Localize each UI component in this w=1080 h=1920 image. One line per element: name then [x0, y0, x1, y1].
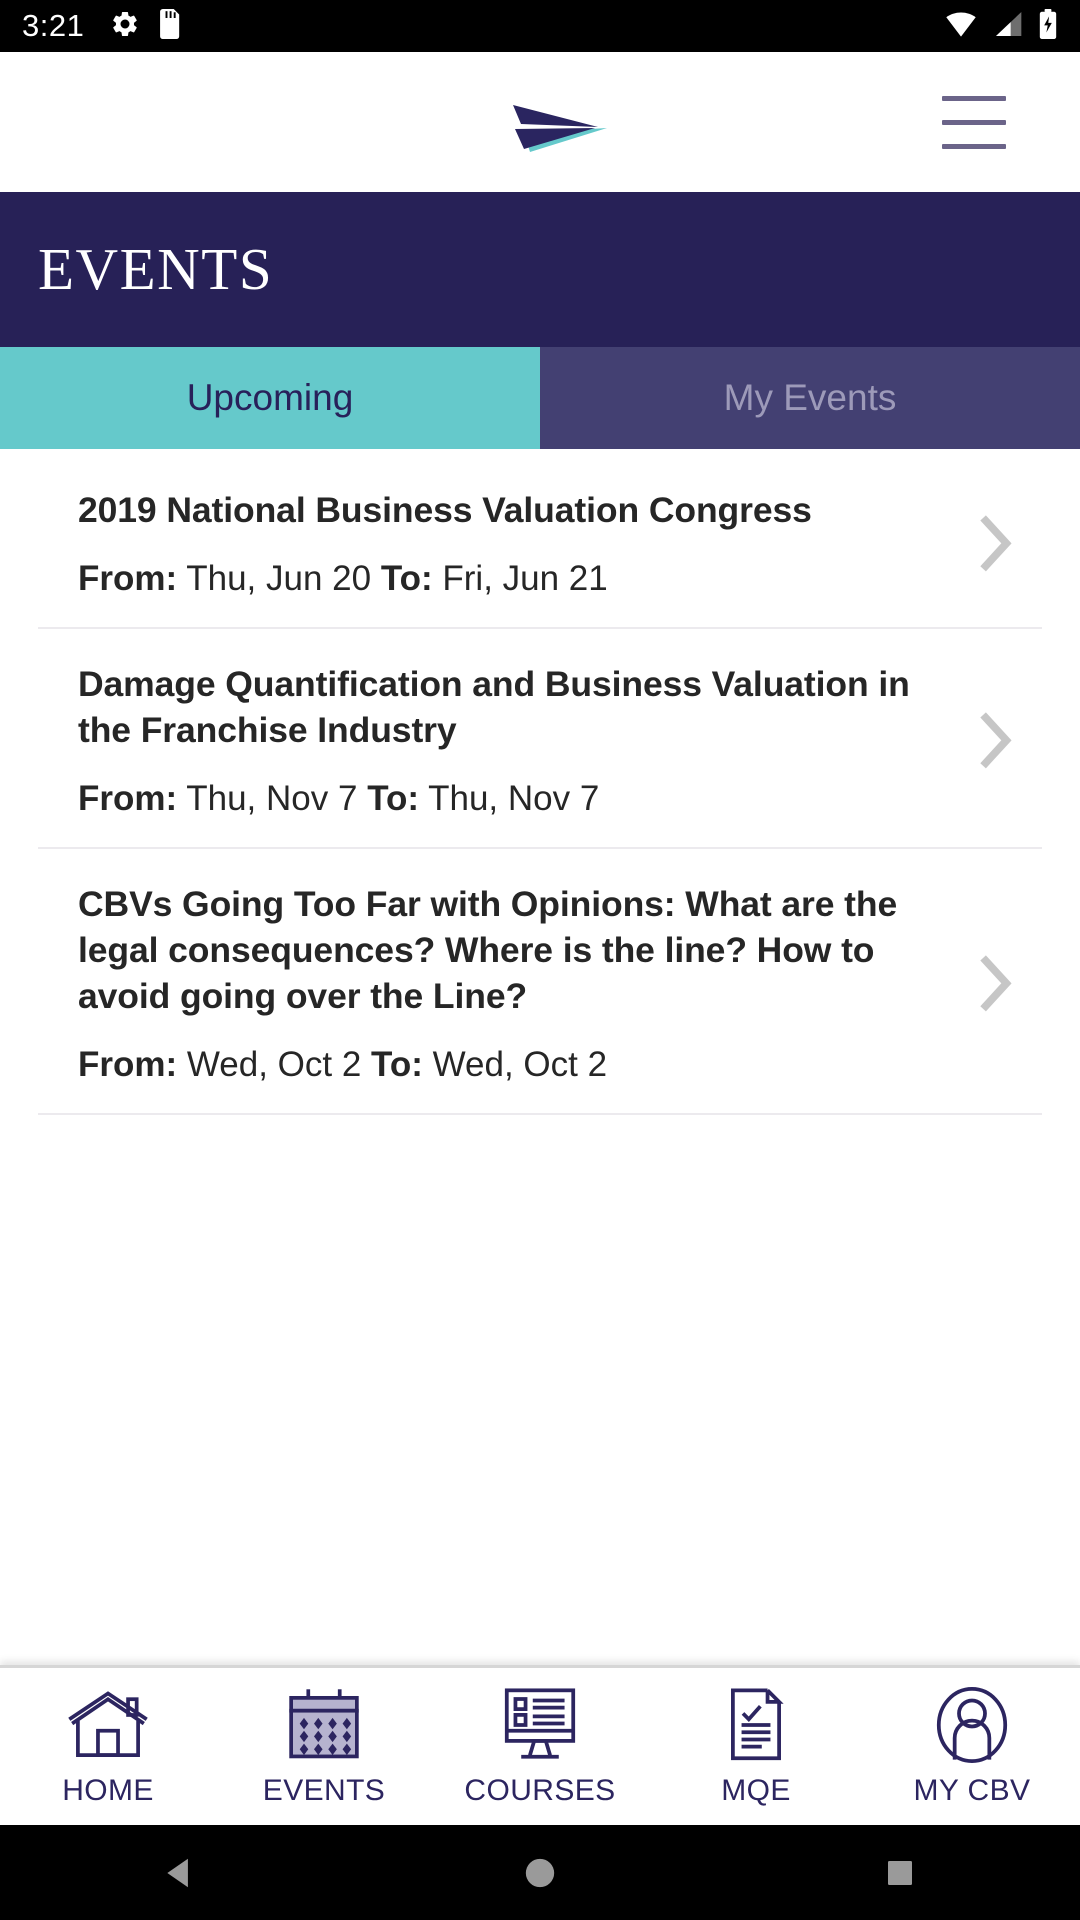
cell-signal-icon [992, 10, 1024, 43]
event-from-label: From: [78, 779, 178, 819]
event-from-value: Thu, Nov 7 [186, 779, 358, 819]
person-circle-icon [932, 1686, 1012, 1764]
nav-item-events[interactable]: EVENTS [221, 1686, 427, 1808]
cbv-paper-plane-logo [455, 86, 625, 158]
event-dates: From: Thu, Nov 7 To: Thu, Nov 7 [78, 777, 922, 821]
page-header: EVENTS [0, 192, 1080, 347]
house-icon [65, 1686, 151, 1764]
event-list-item[interactable]: 2019 National Business Valuation Congres… [38, 455, 1042, 629]
nav-label-mqe: MQE [721, 1773, 791, 1807]
event-dates: From: Thu, Jun 20 To: Fri, Jun 21 [78, 557, 922, 601]
event-title: CBVs Going Too Far with Opinions: What a… [78, 883, 898, 1017]
event-list-item[interactable]: CBVs Going Too Far with Opinions: What a… [38, 849, 1042, 1116]
back-triangle-icon [167, 1858, 188, 1887]
event-to-label: To: [367, 779, 420, 819]
event-list-item[interactable]: Damage Quantification and Business Valua… [38, 629, 1042, 849]
calendar-icon [284, 1686, 364, 1764]
monitor-list-icon [498, 1686, 582, 1764]
event-from-value: Wed, Oct 2 [186, 1045, 362, 1085]
wifi-icon [944, 10, 978, 43]
android-back-button[interactable] [2, 1854, 358, 1892]
home-circle-icon [525, 1858, 555, 1887]
status-left-icons [110, 8, 182, 44]
nav-item-mqe[interactable]: MQE [653, 1686, 859, 1808]
event-to-label: To: [371, 1045, 423, 1085]
menu-line-1 [942, 95, 1006, 101]
status-bar: 3:21 [0, 0, 1080, 52]
event-from-value: Thu, Jun 20 [186, 559, 372, 599]
nav-label-events: EVENTS [262, 1773, 386, 1807]
chevron-right-icon[interactable] [980, 515, 1014, 572]
nav-label-courses: COURSES [464, 1773, 616, 1807]
event-title: 2019 National Business Valuation Congres… [78, 490, 812, 530]
event-to-value: Thu, Nov 7 [428, 779, 600, 819]
recents-square-icon [887, 1860, 912, 1885]
tab-my-events[interactable]: My Events [540, 347, 1080, 449]
nav-item-my-cbv[interactable]: MY CBV [869, 1686, 1075, 1808]
event-to-value: Fri, Jun 21 [442, 559, 608, 599]
document-check-icon [721, 1686, 791, 1764]
chevron-right-icon[interactable] [980, 712, 1014, 769]
tab-upcoming-label: Upcoming [186, 377, 354, 418]
android-system-nav [0, 1825, 1080, 1920]
event-to-label: To: [380, 559, 433, 599]
event-content: CBVs Going Too Far with Opinions: What a… [78, 881, 922, 1087]
event-to-value: Wed, Oct 2 [432, 1045, 608, 1085]
nav-item-home[interactable]: HOME [5, 1686, 211, 1808]
event-title: Damage Quantification and Business Valua… [78, 663, 910, 751]
bottom-navigation: HOME EVENTS COURSES MQE MY CBV [0, 1665, 1080, 1825]
events-list[interactable]: 2019 National Business Valuation Congres… [0, 449, 1080, 1665]
chevron-right-icon[interactable] [980, 955, 1014, 1012]
status-time: 3:21 [22, 8, 85, 43]
tab-upcoming[interactable]: Upcoming [0, 347, 540, 449]
app-root: 3:21 EVENTS Upcoming My Events 2019 Nati… [0, 0, 1080, 1920]
nav-label-my-cbv: MY CBV [913, 1773, 1031, 1807]
nav-label-home: HOME [62, 1773, 154, 1807]
event-content: Damage Quantification and Business Valua… [78, 661, 922, 821]
menu-line-2 [942, 119, 1006, 125]
hamburger-menu-button[interactable] [942, 94, 1014, 150]
android-home-button[interactable] [362, 1856, 718, 1890]
top-bar [0, 52, 1080, 192]
event-dates: From: Wed, Oct 2 To: Wed, Oct 2 [78, 1043, 922, 1087]
event-from-label: From: [78, 1045, 178, 1085]
android-recents-button[interactable] [722, 1857, 1078, 1889]
settings-gear-icon [110, 9, 140, 44]
tab-bar: Upcoming My Events [0, 347, 1080, 449]
status-right-icons [944, 8, 1058, 44]
battery-charging-icon [1038, 8, 1058, 44]
event-content: 2019 National Business Valuation Congres… [78, 487, 922, 601]
sd-card-icon [160, 8, 182, 44]
event-from-label: From: [78, 559, 178, 599]
tab-my-events-label: My Events [723, 377, 897, 418]
menu-line-3 [942, 143, 1006, 149]
nav-item-courses[interactable]: COURSES [437, 1686, 643, 1808]
page-title: EVENTS [38, 236, 274, 302]
